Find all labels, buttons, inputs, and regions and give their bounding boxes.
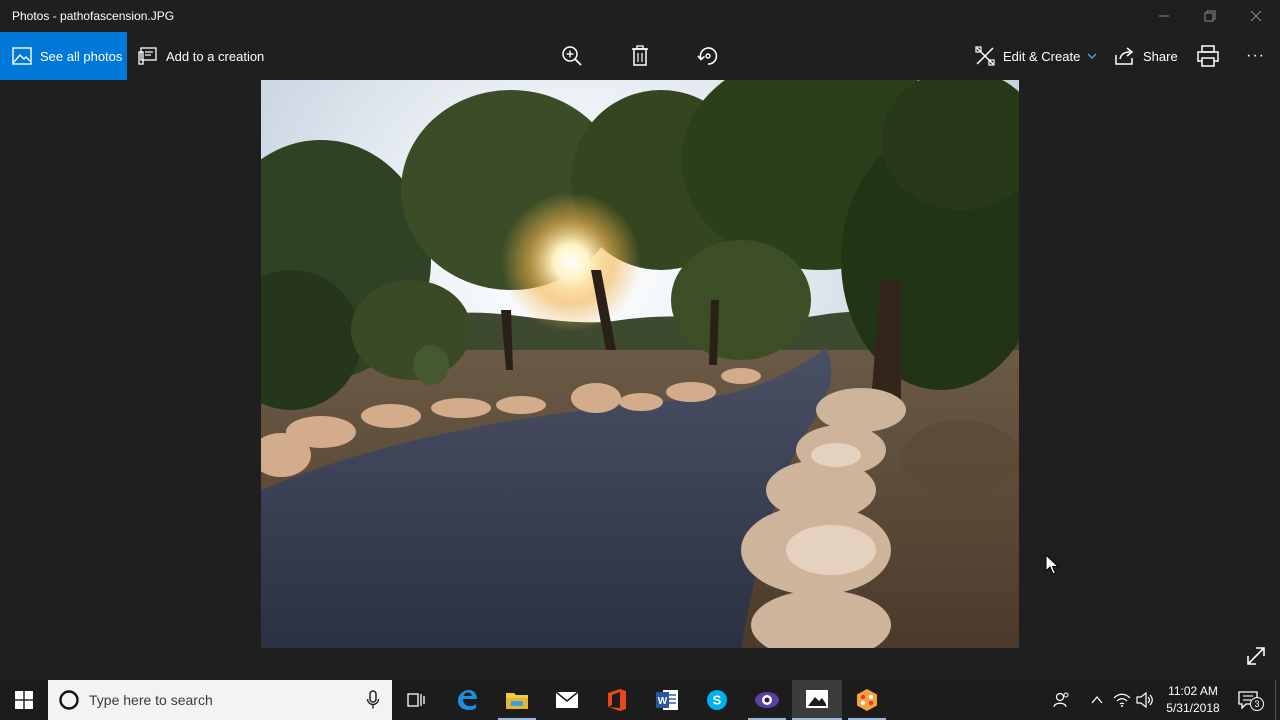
see-all-photos-button[interactable]: See all photos xyxy=(0,32,127,80)
skype-icon: S xyxy=(707,690,727,710)
clock-date: 5/31/2018 xyxy=(1166,701,1220,715)
edit-create-button[interactable]: Edit & Create xyxy=(975,32,1097,80)
title-bar: Photos - pathofascension.JPG xyxy=(0,0,1280,32)
windows-logo-icon xyxy=(15,691,33,709)
more-options-button[interactable]: ··· xyxy=(1246,32,1265,80)
task-view-icon xyxy=(407,693,425,707)
people-button[interactable] xyxy=(1048,680,1076,720)
edge-app-button[interactable] xyxy=(442,680,492,720)
svg-text:S: S xyxy=(713,693,722,708)
start-button[interactable] xyxy=(0,680,48,720)
delete-button[interactable] xyxy=(630,32,650,80)
skype-app-button[interactable]: S xyxy=(692,680,742,720)
share-button[interactable]: Share xyxy=(1113,32,1178,80)
office-app-button[interactable] xyxy=(592,680,642,720)
word-icon: W xyxy=(656,690,678,710)
paint-icon xyxy=(857,689,877,711)
clock[interactable]: 11:02 AM 5/31/2018 xyxy=(1160,683,1226,717)
share-label: Share xyxy=(1143,48,1178,64)
show-desktop-button[interactable] xyxy=(1270,680,1280,720)
eye-app-icon xyxy=(755,692,779,708)
minimize-button[interactable] xyxy=(1141,0,1187,32)
command-bar: See all photos Add to a creation Edit & … xyxy=(0,32,1280,80)
zoom-button[interactable] xyxy=(561,32,583,80)
clock-time: 11:02 AM xyxy=(1168,684,1218,698)
volume-button[interactable] xyxy=(1134,680,1156,720)
search-box[interactable]: Type here to search xyxy=(48,680,392,720)
microphone-icon[interactable] xyxy=(366,690,380,715)
folder-icon xyxy=(506,693,528,709)
edit-create-icon xyxy=(975,46,995,66)
mouse-cursor-icon xyxy=(1045,553,1060,581)
task-view-button[interactable] xyxy=(392,680,442,720)
zoom-in-icon xyxy=(561,45,583,67)
search-placeholder: Type here to search xyxy=(89,692,213,708)
paint-app-button[interactable] xyxy=(842,680,892,720)
rotate-button[interactable] xyxy=(697,32,719,80)
chevron-up-icon xyxy=(1091,695,1103,704)
speaker-icon xyxy=(1136,692,1153,708)
restore-button[interactable] xyxy=(1187,0,1233,32)
network-button[interactable] xyxy=(1110,680,1134,720)
photo-content xyxy=(261,80,1019,648)
svg-text:W: W xyxy=(658,696,668,707)
fullscreen-button[interactable] xyxy=(1244,644,1268,673)
photos-app-button[interactable] xyxy=(792,680,842,720)
edit-create-label: Edit & Create xyxy=(1003,48,1081,64)
rotate-icon xyxy=(697,45,719,67)
restore-icon xyxy=(1204,10,1216,22)
close-button[interactable] xyxy=(1233,0,1279,32)
wifi-icon xyxy=(1113,693,1131,707)
show-desktop-divider xyxy=(1274,680,1276,720)
share-icon xyxy=(1113,46,1135,66)
trash-icon xyxy=(630,45,650,67)
add-to-creation-label: Add to a creation xyxy=(166,48,265,64)
expand-icon xyxy=(1247,647,1265,665)
people-icon xyxy=(1053,692,1069,708)
photos-icon xyxy=(12,46,32,66)
minimize-icon xyxy=(1159,15,1169,17)
notification-count-badge: 3 xyxy=(1250,697,1264,711)
chevron-down-icon xyxy=(1087,51,1097,61)
printer-icon xyxy=(1197,45,1219,67)
window-title: Photos - pathofascension.JPG xyxy=(12,9,175,23)
see-all-photos-label: See all photos xyxy=(40,48,123,64)
office-icon xyxy=(608,689,626,711)
mail-app-button[interactable] xyxy=(542,680,592,720)
mail-icon xyxy=(555,691,579,708)
print-button[interactable] xyxy=(1197,32,1219,80)
cortana-icon xyxy=(59,690,79,710)
add-to-creation-button[interactable]: Add to a creation xyxy=(138,32,264,80)
cyberlink-app-button[interactable] xyxy=(742,680,792,720)
show-hidden-icons-button[interactable] xyxy=(1086,680,1108,720)
edge-icon xyxy=(458,690,477,710)
taskbar: Type here to search W S 11:02 AM 5/31/20… xyxy=(0,680,1280,720)
close-icon xyxy=(1250,10,1262,22)
word-app-button[interactable]: W xyxy=(642,680,692,720)
file-explorer-app-button[interactable] xyxy=(492,680,542,720)
photo-image[interactable] xyxy=(261,80,1019,648)
add-creation-icon xyxy=(138,46,158,66)
more-options-icon: ··· xyxy=(1246,47,1265,64)
photos-icon xyxy=(806,690,828,708)
